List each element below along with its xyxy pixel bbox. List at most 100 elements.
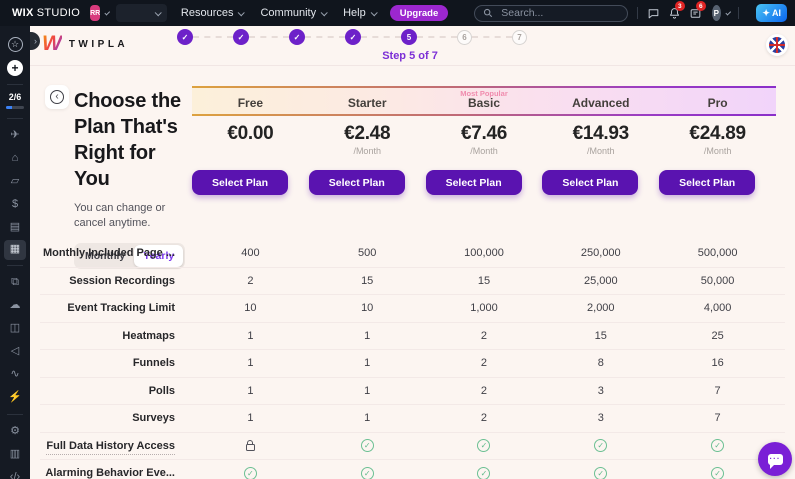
feature-label-text: Full Data History Access — [46, 440, 175, 455]
check-icon: ✓ — [594, 467, 607, 479]
search-icon — [483, 8, 493, 18]
content-manager-icon[interactable]: ▥ — [0, 443, 30, 466]
page-title-line: Choose the — [74, 88, 196, 114]
chat-icon[interactable] — [647, 4, 660, 22]
inbox-icon[interactable]: ▤ — [0, 216, 30, 239]
plan-price-advanced: €14.93/Month — [542, 123, 659, 157]
add-button[interactable]: + — [0, 56, 30, 79]
feature-values: 2151525,00050,000 — [192, 275, 776, 287]
feature-value-cell: 1 — [309, 385, 426, 397]
plan-name-advanced: Advanced — [542, 88, 659, 114]
wix-studio-logo[interactable]: WIX STUDIO — [12, 7, 80, 19]
step-1: ✓ — [177, 29, 193, 45]
sidebar-expand-handle[interactable]: › — [30, 32, 40, 50]
select-plan-button-starter[interactable]: Select Plan — [309, 170, 405, 195]
upgrade-button[interactable]: Upgrade — [390, 5, 449, 21]
feature-value-cell: 2 — [426, 412, 543, 424]
plan-name-label: Advanced — [572, 96, 629, 110]
price-period: /Month — [309, 146, 426, 157]
price-period: /Month — [542, 146, 659, 157]
feature-value-cell: 8 — [542, 357, 659, 369]
check-icon: ✓ — [361, 467, 374, 479]
devices-icon[interactable]: ⧉ — [0, 271, 30, 294]
plan-price-basic: €7.46/Month — [426, 123, 543, 157]
feature-value-cell: 1,000 — [426, 302, 543, 314]
price-period — [192, 146, 309, 157]
select-plan-button-free[interactable]: Select Plan — [192, 170, 288, 195]
language-selector[interactable] — [766, 34, 788, 56]
workspace-chevron-icon[interactable] — [105, 9, 111, 15]
step-connector — [417, 36, 457, 38]
notifications-bell-icon[interactable]: 3 — [668, 4, 681, 22]
plan-names-band: FreeStarterMost PopularBasicAdvancedPro — [192, 86, 776, 116]
star-badge-icon[interactable]: ☆ — [0, 33, 30, 56]
select-plan-cell: Select Plan — [542, 170, 659, 195]
setup-progress[interactable]: 2/6 — [0, 90, 30, 113]
menu-community[interactable]: Community — [260, 7, 326, 19]
setup-progress-label: 2/6 — [9, 92, 22, 102]
payments-icon[interactable]: $ — [0, 193, 30, 216]
avatar[interactable]: P — [712, 5, 721, 21]
feature-value-cell: 15 — [309, 275, 426, 287]
cloud-icon[interactable]: ☁ — [0, 294, 30, 317]
step-connector — [193, 36, 233, 38]
search-input[interactable] — [499, 6, 619, 20]
feature-value-cell: 1 — [309, 357, 426, 369]
step-2: ✓ — [233, 29, 249, 45]
brand-studio: STUDIO — [37, 7, 80, 19]
menu-resources[interactable]: Resources — [181, 7, 244, 19]
feature-value-cell: 16 — [659, 357, 776, 369]
check-icon: ✓ — [594, 439, 607, 452]
feature-label[interactable]: Alarming Behavior Eve... — [40, 467, 175, 479]
analytics-icon[interactable]: ∿ — [0, 363, 30, 386]
step-indicator: Step 5 of 7 — [330, 50, 490, 62]
workspace-badge[interactable]: RR — [90, 5, 100, 21]
chevron-down-icon — [238, 9, 245, 16]
apps-icon[interactable]: ▦ — [0, 239, 30, 260]
price-value: €14.93 — [542, 123, 659, 145]
feature-value-cell: 25 — [659, 330, 776, 342]
price-value: €24.89 — [659, 123, 776, 145]
search-bar[interactable] — [474, 5, 628, 22]
feature-value-cell: 2 — [426, 330, 543, 342]
release-icon[interactable]: ✈ — [0, 124, 30, 147]
feature-value-cell: 1 — [309, 412, 426, 424]
feature-comparison-table: Monthly Included Page ...400500100,00025… — [40, 240, 785, 479]
price-value: €2.48 — [309, 123, 426, 145]
select-plan-button-advanced[interactable]: Select Plan — [542, 170, 638, 195]
step-7: 7 — [512, 30, 527, 45]
feature-value-cell: 10 — [192, 302, 309, 314]
ai-assistant-button[interactable]: ✦AI — [756, 4, 787, 22]
account-chevron-icon[interactable] — [725, 9, 731, 15]
settings-icon[interactable]: ⚙ — [0, 420, 30, 443]
marketing-icon[interactable]: ◁ — [0, 340, 30, 363]
sidebar-divider — [7, 84, 23, 85]
home-icon[interactable]: ⌂ — [0, 147, 30, 170]
billing-icon[interactable]: ▱ — [0, 170, 30, 193]
step-connector — [472, 36, 512, 38]
feature-value-cell: ✓ — [309, 467, 426, 479]
feature-values: 400500100,000250,000500,000 — [192, 247, 776, 259]
updates-icon[interactable]: 6 — [689, 4, 702, 22]
feature-row: Funnels112816 — [40, 350, 785, 378]
menu-help[interactable]: Help — [343, 7, 376, 19]
site-selector-dropdown[interactable] — [116, 4, 166, 22]
topbar-menus: Resources Community Help — [181, 7, 376, 19]
automations-icon[interactable]: ⚡ — [0, 386, 30, 409]
select-plan-button-pro[interactable]: Select Plan — [659, 170, 755, 195]
feature-value-cell: ✓ — [426, 467, 543, 479]
plan-prices-row: €0.00€2.48/Month€7.46/Month€14.93/Month€… — [192, 123, 776, 157]
support-chat-button[interactable]: ··· — [758, 442, 792, 476]
select-plan-button-basic[interactable]: Select Plan — [426, 170, 522, 195]
sparkle-icon: ✦ — [762, 8, 770, 19]
feature-label-text: Funnels — [133, 357, 175, 369]
price-value: €7.46 — [426, 123, 543, 145]
back-button[interactable]: ‹ — [45, 85, 69, 109]
feature-value-cell: 7 — [659, 412, 776, 424]
feature-value-cell: ✓ — [542, 439, 659, 452]
plan-price-pro: €24.89/Month — [659, 123, 776, 157]
contacts-icon[interactable]: ◫ — [0, 317, 30, 340]
feature-label[interactable]: Full Data History Access — [40, 440, 175, 452]
dev-mode-icon[interactable]: ‹/› — [0, 466, 30, 479]
feature-values: 112816 — [192, 357, 776, 369]
